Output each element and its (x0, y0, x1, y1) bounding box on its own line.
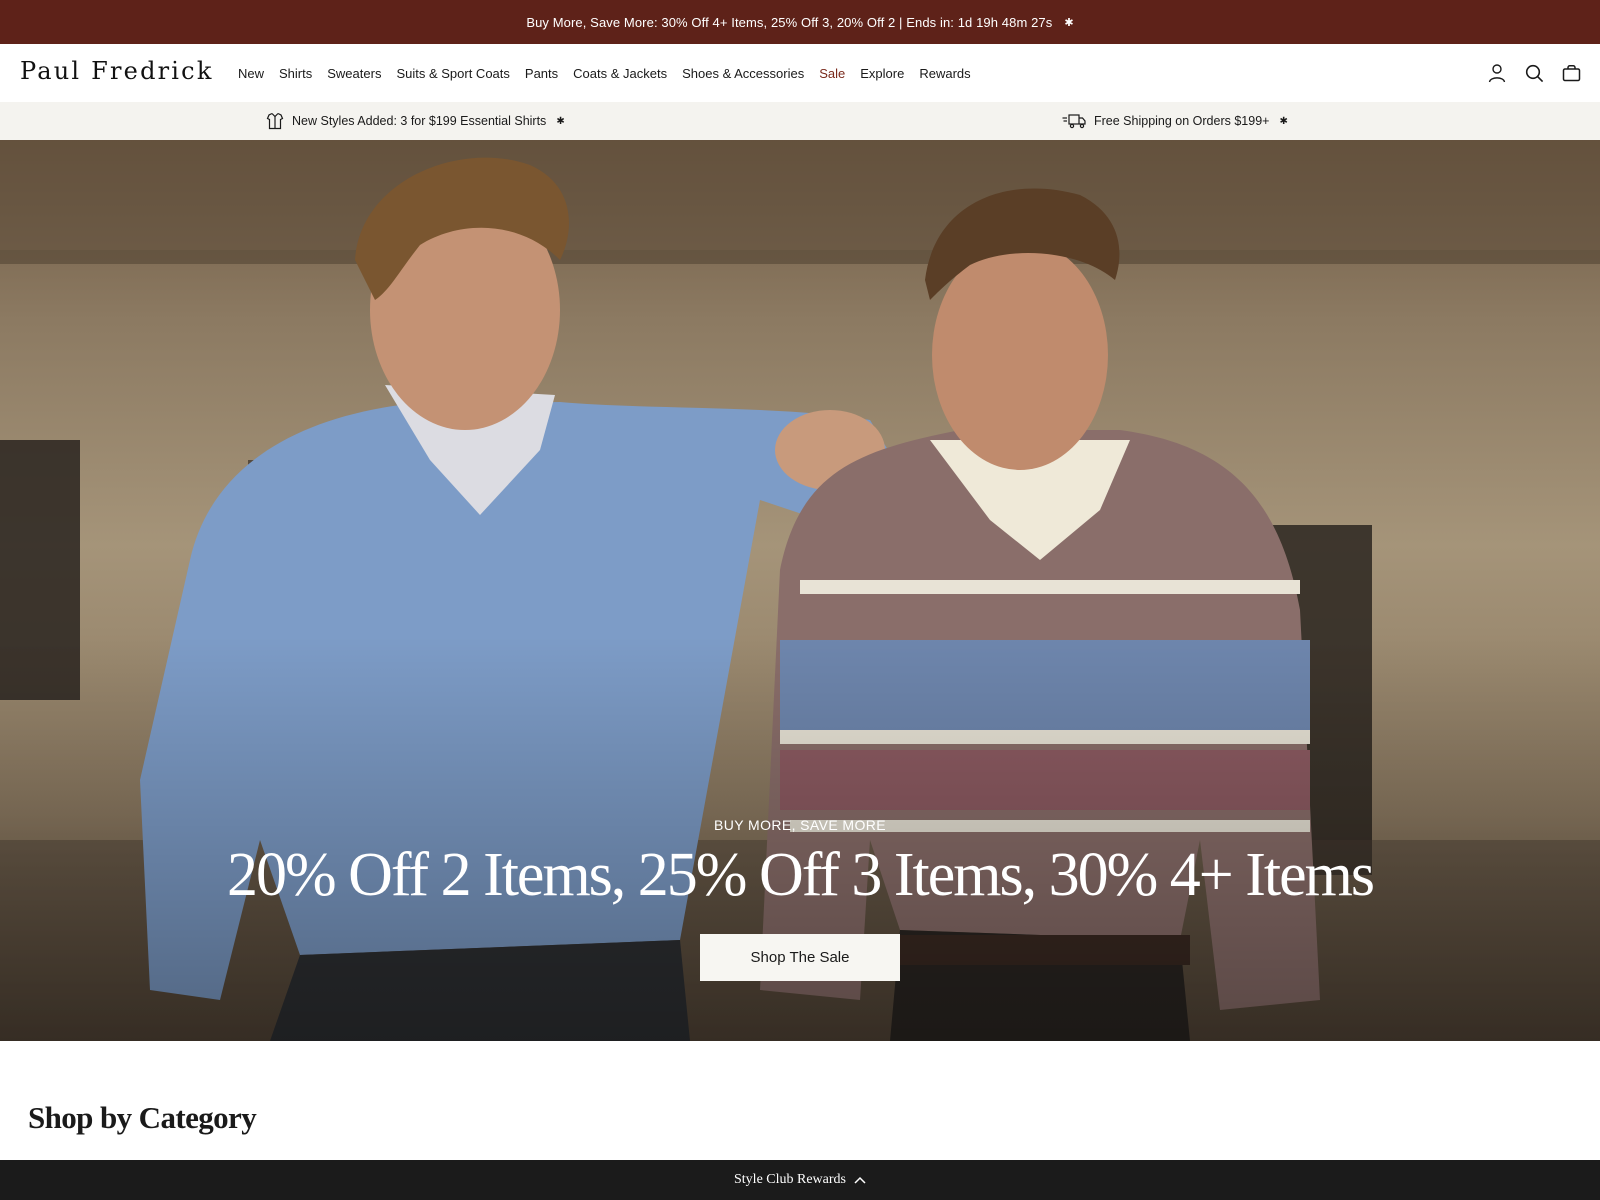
nav-item-suits-sport-coats[interactable]: Suits & Sport Coats (396, 66, 509, 81)
rewards-label: Style Club Rewards (734, 1172, 846, 1187)
shop-the-sale-button[interactable]: Shop The Sale (700, 934, 900, 981)
promo-text: Buy More, Save More: 30% Off 4+ Items, 2… (526, 14, 1053, 30)
hero-banner[interactable]: BUY MORE, SAVE MORE 20% Off 2 Items, 25%… (0, 140, 1600, 1041)
bag-icon[interactable] (1560, 62, 1582, 84)
nav-item-coats-jackets[interactable]: Coats & Jackets (573, 66, 667, 81)
nav-item-pants[interactable]: Pants (525, 66, 558, 81)
header-actions (1471, 44, 1582, 102)
hero-eyebrow: BUY MORE, SAVE MORE (713, 817, 886, 833)
nav-item-shirts[interactable]: Shirts (279, 66, 312, 81)
subbar-message-right[interactable]: Free Shipping on Orders $199+ ✱ (1062, 102, 1288, 140)
asterisk-info-icon[interactable]: ✱ (1064, 16, 1073, 29)
nav-item-explore[interactable]: Explore (860, 66, 904, 81)
asterisk-info-icon[interactable]: ✱ (556, 116, 564, 127)
subbar-left-text: New Styles Added: 3 for $199 Essential S… (292, 114, 547, 128)
asterisk-info-icon[interactable]: ✱ (1279, 116, 1287, 127)
style-club-rewards-bar[interactable]: Style Club Rewards (0, 1160, 1600, 1200)
subbar-right-text: Free Shipping on Orders $199+ (1094, 114, 1270, 128)
site-header: Paul Fredrick New Shirts Sweaters Suits … (0, 44, 1600, 102)
nav-item-shoes-accessories[interactable]: Shoes & Accessories (682, 66, 804, 81)
info-subbar: New Styles Added: 3 for $199 Essential S… (0, 102, 1600, 140)
promo-bar: Buy More, Save More: 30% Off 4+ Items, 2… (0, 0, 1600, 44)
nav-item-rewards[interactable]: Rewards (919, 66, 970, 81)
account-icon[interactable] (1486, 62, 1508, 84)
delivery-truck-icon (1062, 113, 1086, 129)
section-title-shop-by-category: Shop by Category (28, 1100, 257, 1135)
search-icon[interactable] (1523, 62, 1545, 84)
shirt-icon (266, 112, 284, 130)
nav-item-sweaters[interactable]: Sweaters (327, 66, 381, 81)
subbar-message-left[interactable]: New Styles Added: 3 for $199 Essential S… (266, 102, 565, 140)
nav-item-new[interactable]: New (238, 66, 264, 81)
chevron-up-icon (854, 1176, 866, 1184)
main-nav: New Shirts Sweaters Suits & Sport Coats … (238, 44, 986, 102)
nav-item-sale[interactable]: Sale (819, 66, 845, 81)
brand-logo[interactable]: Paul Fredrick (20, 57, 214, 85)
hero-headline: 20% Off 2 Items, 25% Off 3 Items, 30% 4+… (226, 841, 1375, 909)
